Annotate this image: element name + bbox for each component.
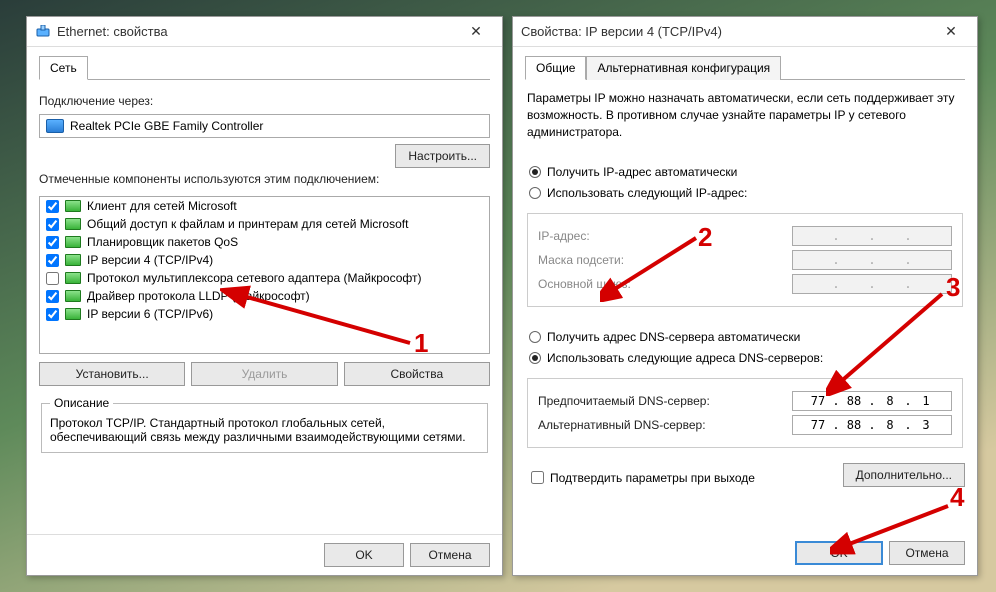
- component-icon: [65, 236, 81, 248]
- ipv4-properties-dialog: Свойства: IP версии 4 (TCP/IPv4) ✕ Общие…: [512, 16, 978, 576]
- description-legend: Описание: [50, 396, 113, 410]
- connect-label: Подключение через:: [39, 94, 490, 108]
- components-list[interactable]: Клиент для сетей Microsoft Общий доступ к…: [39, 196, 490, 354]
- component-row[interactable]: Общий доступ к файлам и принтерам для се…: [40, 215, 489, 233]
- configure-button[interactable]: Настроить...: [395, 144, 490, 168]
- component-label: IP версии 4 (TCP/IPv4): [87, 253, 213, 267]
- component-row[interactable]: Драйвер протокола LLDP (Майкрософт): [40, 287, 489, 305]
- radio-label: Использовать следующие адреса DNS-сервер…: [547, 351, 823, 365]
- gateway-label: Основной шлюз:: [538, 277, 728, 291]
- validate-label: Подтвердить параметры при выходе: [550, 471, 755, 485]
- alternate-dns-label: Альтернативный DNS-сервер:: [538, 418, 728, 432]
- component-label: Протокол мультиплексора сетевого адаптер…: [87, 271, 421, 285]
- subnet-mask-input: ...: [792, 250, 952, 270]
- tabstrip: Общие Альтернативная конфигурация: [525, 55, 965, 80]
- alternate-dns-input[interactable]: 77. 88. 8. 3: [792, 415, 952, 435]
- component-icon: [65, 272, 81, 284]
- radio-ip-auto[interactable]: Получить IP-адрес автоматически: [529, 163, 965, 181]
- preferred-dns-input[interactable]: 77. 88. 8. 1: [792, 391, 952, 411]
- component-checkbox[interactable]: [46, 218, 59, 231]
- component-checkbox[interactable]: [46, 290, 59, 303]
- ip-address-label: IP-адрес:: [538, 229, 728, 243]
- tab-general[interactable]: Общие: [525, 56, 586, 80]
- component-row[interactable]: IP версии 6 (TCP/IPv6): [40, 305, 489, 323]
- radio-icon: [529, 331, 541, 343]
- dns-fields: Предпочитаемый DNS-сервер: 77. 88. 8. 1 …: [527, 378, 963, 448]
- ip-address-input: ...: [792, 226, 952, 246]
- close-icon[interactable]: ✕: [931, 20, 971, 44]
- cancel-button[interactable]: Отмена: [410, 543, 490, 567]
- gateway-input: ...: [792, 274, 952, 294]
- component-icon: [65, 308, 81, 320]
- component-checkbox[interactable]: [46, 308, 59, 321]
- component-label: IP версии 6 (TCP/IPv6): [87, 307, 213, 321]
- cancel-button[interactable]: Отмена: [889, 541, 965, 565]
- component-label: Клиент для сетей Microsoft: [87, 199, 237, 213]
- validate-checkbox-input[interactable]: [531, 471, 544, 484]
- ip-fields: IP-адрес: ... Маска подсети: ... Основно…: [527, 213, 963, 307]
- ok-button[interactable]: OK: [324, 543, 404, 567]
- advanced-button[interactable]: Дополнительно...: [843, 463, 965, 487]
- subnet-mask-label: Маска подсети:: [538, 253, 728, 267]
- titlebar: Свойства: IP версии 4 (TCP/IPv4) ✕: [513, 17, 977, 47]
- component-row[interactable]: IP версии 4 (TCP/IPv4): [40, 251, 489, 269]
- ok-button[interactable]: OK: [795, 541, 883, 565]
- radio-icon: [529, 187, 541, 199]
- component-checkbox[interactable]: [46, 272, 59, 285]
- close-icon[interactable]: ✕: [456, 20, 496, 44]
- component-checkbox[interactable]: [46, 254, 59, 267]
- component-row[interactable]: Клиент для сетей Microsoft: [40, 197, 489, 215]
- install-button[interactable]: Установить...: [39, 362, 185, 386]
- component-label: Общий доступ к файлам и принтерам для се…: [87, 217, 408, 231]
- titlebar: Ethernet: свойства ✕: [27, 17, 502, 47]
- component-label: Драйвер протокола LLDP (Майкрософт): [87, 289, 310, 303]
- preferred-dns-label: Предпочитаемый DNS-сервер:: [538, 394, 728, 408]
- component-label: Планировщик пакетов QoS: [87, 235, 238, 249]
- component-row[interactable]: Протокол мультиплексора сетевого адаптер…: [40, 269, 489, 287]
- radio-label: Получить адрес DNS-сервера автоматически: [547, 330, 800, 344]
- ethernet-properties-dialog: Ethernet: свойства ✕ Сеть Подключение че…: [26, 16, 503, 576]
- properties-button[interactable]: Свойства: [344, 362, 490, 386]
- component-icon: [65, 218, 81, 230]
- radio-dns-auto[interactable]: Получить адрес DNS-сервера автоматически: [529, 328, 965, 346]
- radio-icon: [529, 166, 541, 178]
- component-row[interactable]: Планировщик пакетов QoS: [40, 233, 489, 251]
- radio-label: Получить IP-адрес автоматически: [547, 165, 737, 179]
- component-icon: [65, 200, 81, 212]
- remove-button: Удалить: [191, 362, 337, 386]
- description-group: Описание Протокол TCP/IP. Стандартный пр…: [41, 396, 488, 453]
- description-text: Протокол TCP/IP. Стандартный протокол гл…: [50, 416, 479, 444]
- tab-alternate[interactable]: Альтернативная конфигурация: [586, 56, 781, 80]
- component-icon: [65, 254, 81, 266]
- tabstrip: Сеть: [39, 55, 490, 80]
- title-text: Свойства: IP версии 4 (TCP/IPv4): [521, 24, 931, 39]
- radio-dns-manual[interactable]: Использовать следующие адреса DNS-сервер…: [529, 349, 965, 367]
- nic-icon: [35, 24, 51, 40]
- radio-label: Использовать следующий IP-адрес:: [547, 186, 747, 200]
- adapter-field: Realtek PCIe GBE Family Controller: [39, 114, 490, 138]
- intro-text: Параметры IP можно назначать автоматичес…: [527, 90, 965, 140]
- tab-network[interactable]: Сеть: [39, 56, 88, 80]
- adapter-name: Realtek PCIe GBE Family Controller: [70, 119, 263, 133]
- title-text: Ethernet: свойства: [57, 24, 456, 39]
- radio-ip-manual[interactable]: Использовать следующий IP-адрес:: [529, 184, 965, 202]
- component-checkbox[interactable]: [46, 200, 59, 213]
- radio-icon: [529, 352, 541, 364]
- components-label: Отмеченные компоненты используются этим …: [39, 172, 490, 186]
- validate-checkbox[interactable]: Подтвердить параметры при выходе: [527, 468, 755, 487]
- component-checkbox[interactable]: [46, 236, 59, 249]
- component-icon: [65, 290, 81, 302]
- adapter-icon: [46, 119, 64, 133]
